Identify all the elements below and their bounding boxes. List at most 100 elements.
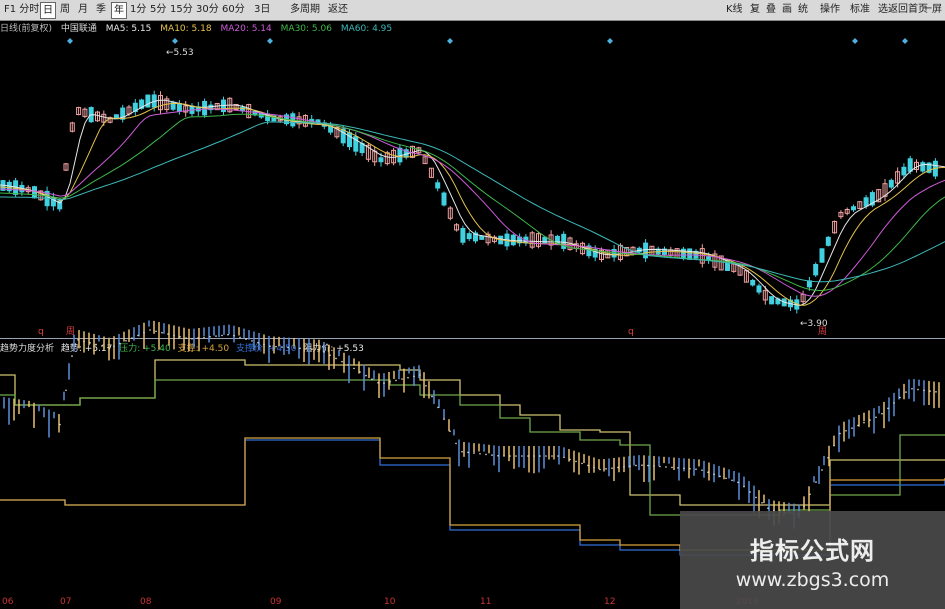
trend-dot (251, 340, 253, 342)
trend-dot (191, 337, 193, 340)
trend-dot (425, 385, 427, 387)
trend-dot (689, 467, 691, 470)
trend-dot (731, 479, 733, 482)
trend-dot (923, 389, 925, 392)
trend-dot (491, 454, 493, 456)
trend-dot (371, 378, 373, 381)
trend-dot (581, 462, 583, 465)
trend-dot (185, 337, 187, 339)
trend-dot (455, 442, 457, 445)
trend-dot (227, 333, 229, 336)
trend-dot (887, 407, 889, 410)
trend-dot (467, 451, 469, 454)
trend-dot (665, 466, 667, 468)
x-label-08: 08 (140, 597, 152, 607)
trend-dot (407, 376, 409, 379)
watermark-title: 指标公式网 (750, 537, 875, 565)
trend-dot (527, 455, 529, 457)
trend-dot (431, 395, 433, 398)
trend-dot (101, 345, 103, 347)
trend-dot (119, 342, 121, 345)
trend-dot (701, 469, 703, 471)
trend-dot (755, 496, 757, 499)
trend-dot (545, 455, 547, 457)
watermark-url: www.zbgs3.com (735, 569, 890, 591)
trend-dot (257, 341, 259, 344)
trend-dot (389, 380, 391, 383)
trend-dot (497, 454, 499, 457)
watermark: 指标公式网 www.zbgs3.com (680, 511, 945, 609)
trend-dot (563, 456, 565, 459)
trend-dot (629, 465, 631, 467)
trend-dot (437, 406, 439, 409)
trend-dot (341, 360, 343, 363)
trend-dot (323, 351, 325, 353)
trend-dot (833, 444, 835, 447)
trend-dot (767, 507, 769, 510)
trend-dot (899, 396, 901, 399)
trend-dot (485, 453, 487, 456)
trend-dot (245, 338, 247, 340)
x-label-10: 10 (384, 597, 396, 607)
trend-dot (287, 346, 289, 349)
trend-dot (125, 340, 127, 342)
trend-dot (65, 389, 67, 392)
trend-dot (143, 331, 145, 334)
trend-dot (263, 343, 265, 346)
trend-dot (281, 346, 283, 348)
trend-dot (221, 334, 223, 337)
x-label-09: 09 (270, 597, 282, 607)
trend-dot (167, 333, 169, 335)
x-label-07: 07 (60, 597, 72, 607)
trend-dot (473, 452, 475, 454)
trend-dot (77, 338, 79, 341)
trend-dot (815, 481, 817, 483)
trend-dot (635, 464, 637, 467)
trend-dot (827, 457, 829, 459)
trend-dot (383, 382, 385, 384)
trend-dot (917, 388, 919, 391)
trend-dot (173, 334, 175, 337)
trend-dot (749, 491, 751, 493)
trend-dot (857, 424, 859, 427)
trend-dot (131, 337, 133, 339)
trend-dot (671, 466, 673, 469)
trend-dot (869, 419, 871, 421)
trend-dot (539, 455, 541, 457)
x-label-06: 06 (2, 597, 14, 607)
trend-dot (215, 335, 217, 337)
trend-dot (845, 430, 847, 432)
trend-dot (461, 450, 463, 453)
pressure-line (0, 359, 945, 506)
trend-dot (305, 347, 307, 350)
trend-dot (335, 357, 337, 360)
trend-dot (605, 468, 607, 470)
trend-dot (353, 367, 355, 370)
trend-dot (269, 345, 271, 348)
trend-dot (347, 364, 349, 366)
x-label-11: 11 (480, 597, 492, 607)
trend-dot (401, 378, 403, 380)
trend-dot (311, 348, 313, 351)
trend-dot (875, 416, 877, 419)
trend-dot (893, 402, 895, 404)
trend-dot (911, 387, 913, 390)
trend-dot (719, 475, 721, 478)
trend-dot (377, 382, 379, 384)
trend-dot (677, 467, 679, 469)
trend-dot (479, 452, 481, 455)
x-label-12: 12 (604, 597, 616, 607)
trend-dot (575, 460, 577, 463)
trend-dot (359, 371, 361, 373)
trend-dot (695, 468, 697, 471)
trend-dot (449, 430, 451, 433)
trend-dot (839, 432, 841, 435)
trend-dot (803, 505, 805, 508)
trend-dot (929, 390, 931, 392)
trend-dot (653, 465, 655, 467)
trend-dot (179, 335, 181, 338)
trend-dot (329, 354, 331, 357)
trend-dot (617, 466, 619, 469)
trend-dot (365, 374, 367, 377)
trend-dot (533, 455, 535, 457)
